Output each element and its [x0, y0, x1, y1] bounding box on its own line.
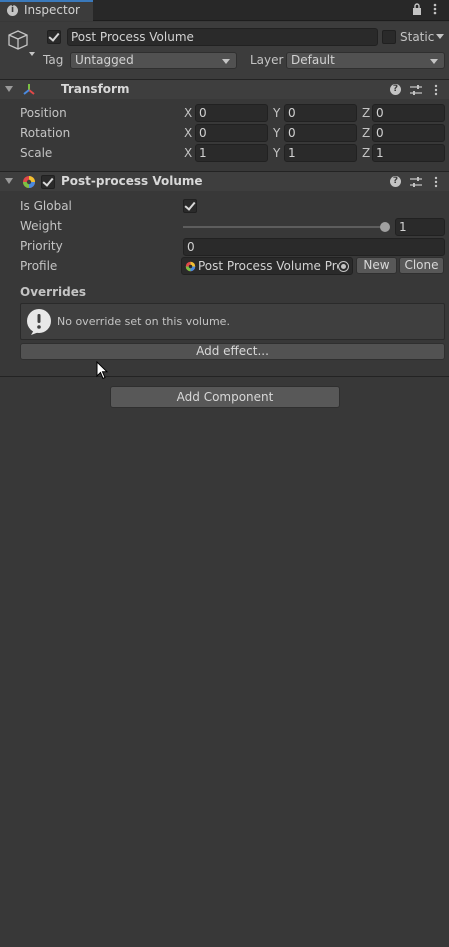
scale-x-field[interactable]: 1: [195, 144, 268, 162]
component-menu-icon[interactable]: [433, 176, 439, 188]
no-override-helpbox: No override set on this volume.: [20, 303, 445, 340]
axis-y-label: Y: [273, 146, 281, 160]
object-picker-icon[interactable]: [338, 261, 349, 272]
static-dropdown-icon: [436, 34, 445, 39]
gameobject-cube-icon[interactable]: [7, 28, 35, 56]
transform-header[interactable]: Transform ?: [0, 79, 449, 99]
static-label[interactable]: Static: [400, 30, 445, 45]
postprocess-volume-header[interactable]: Post-process Volume ?: [0, 171, 449, 191]
foldout-arrow-icon[interactable]: [5, 178, 13, 184]
rotation-label: Rotation: [20, 126, 71, 140]
clone-profile-button[interactable]: Clone: [399, 257, 444, 274]
static-checkbox[interactable]: [382, 30, 396, 44]
add-effect-button[interactable]: Add effect...: [20, 343, 445, 360]
new-profile-button[interactable]: New: [356, 257, 397, 274]
scale-label: Scale: [20, 146, 53, 160]
presets-icon[interactable]: [410, 176, 422, 188]
info-icon: i: [7, 5, 18, 16]
axis-x-label: X: [184, 106, 193, 120]
axis-x-label: X: [184, 146, 193, 160]
position-label: Position: [20, 106, 67, 120]
rotation-x-field[interactable]: 0: [195, 124, 268, 142]
layer-label: Layer: [250, 53, 284, 67]
position-x-field[interactable]: 0: [195, 104, 268, 122]
help-icon[interactable]: ?: [390, 176, 401, 187]
profile-label: Profile: [20, 259, 58, 273]
postprocess-enabled-checkbox[interactable]: [41, 175, 55, 189]
mouse-cursor-icon: [96, 361, 108, 380]
position-y-field[interactable]: 0: [284, 104, 357, 122]
transform-icon: [23, 84, 35, 95]
is-global-checkbox[interactable]: [183, 199, 197, 213]
postprocess-volume-title: Post-process Volume: [61, 174, 203, 188]
axis-z-label: Z: [362, 106, 371, 120]
weight-label: Weight: [20, 219, 62, 233]
lock-icon[interactable]: [412, 3, 422, 15]
weight-field[interactable]: 1: [395, 218, 445, 236]
axis-y-label: Y: [273, 106, 281, 120]
position-z-field[interactable]: 0: [372, 104, 445, 122]
tab-bar: i Inspector: [0, 0, 449, 21]
is-global-label: Is Global: [20, 199, 72, 213]
rotation-y-field[interactable]: 0: [284, 124, 357, 142]
scale-y-field[interactable]: 1: [284, 144, 357, 162]
gameobject-name-field[interactable]: Post Process Volume: [67, 28, 378, 46]
kebab-menu-icon[interactable]: [430, 3, 440, 15]
axis-z-label: Z: [362, 146, 371, 160]
gameobject-header: Post Process Volume Static Tag Untagged …: [0, 22, 449, 80]
overrides-label: Overrides: [20, 285, 86, 299]
postprocess-profile-icon: [185, 261, 196, 272]
priority-field[interactable]: 0: [183, 238, 445, 256]
static-label-text: Static: [400, 30, 435, 44]
axis-x-label: X: [184, 126, 193, 140]
profile-object-field[interactable]: Post Process Volume Profile: [181, 257, 353, 275]
component-menu-icon[interactable]: [433, 84, 439, 96]
priority-label: Priority: [20, 239, 63, 253]
gameobject-active-checkbox[interactable]: [47, 30, 61, 44]
tab-inspector[interactable]: i Inspector: [0, 0, 93, 21]
tag-dropdown[interactable]: Untagged: [70, 52, 237, 69]
postprocess-icon: [23, 176, 35, 188]
weight-slider-thumb[interactable]: [380, 222, 390, 232]
weight-slider-track[interactable]: [183, 226, 387, 228]
rotation-z-field[interactable]: 0: [372, 124, 445, 142]
scale-z-field[interactable]: 1: [372, 144, 445, 162]
axis-z-label: Z: [362, 126, 371, 140]
tag-label: Tag: [43, 53, 64, 67]
foldout-arrow-icon[interactable]: [5, 86, 13, 92]
layer-dropdown[interactable]: Default: [286, 52, 445, 69]
component-divider: [0, 376, 449, 377]
add-component-button[interactable]: Add Component: [110, 386, 340, 408]
transform-title: Transform: [61, 82, 130, 96]
profile-value: Post Process Volume Profile: [198, 259, 338, 273]
tab-inspector-label: Inspector: [24, 3, 80, 17]
help-icon[interactable]: ?: [390, 84, 401, 95]
axis-y-label: Y: [273, 126, 281, 140]
exclamation-icon: [27, 309, 51, 335]
presets-icon[interactable]: [410, 84, 422, 96]
no-override-message: No override set on this volume.: [57, 315, 230, 328]
